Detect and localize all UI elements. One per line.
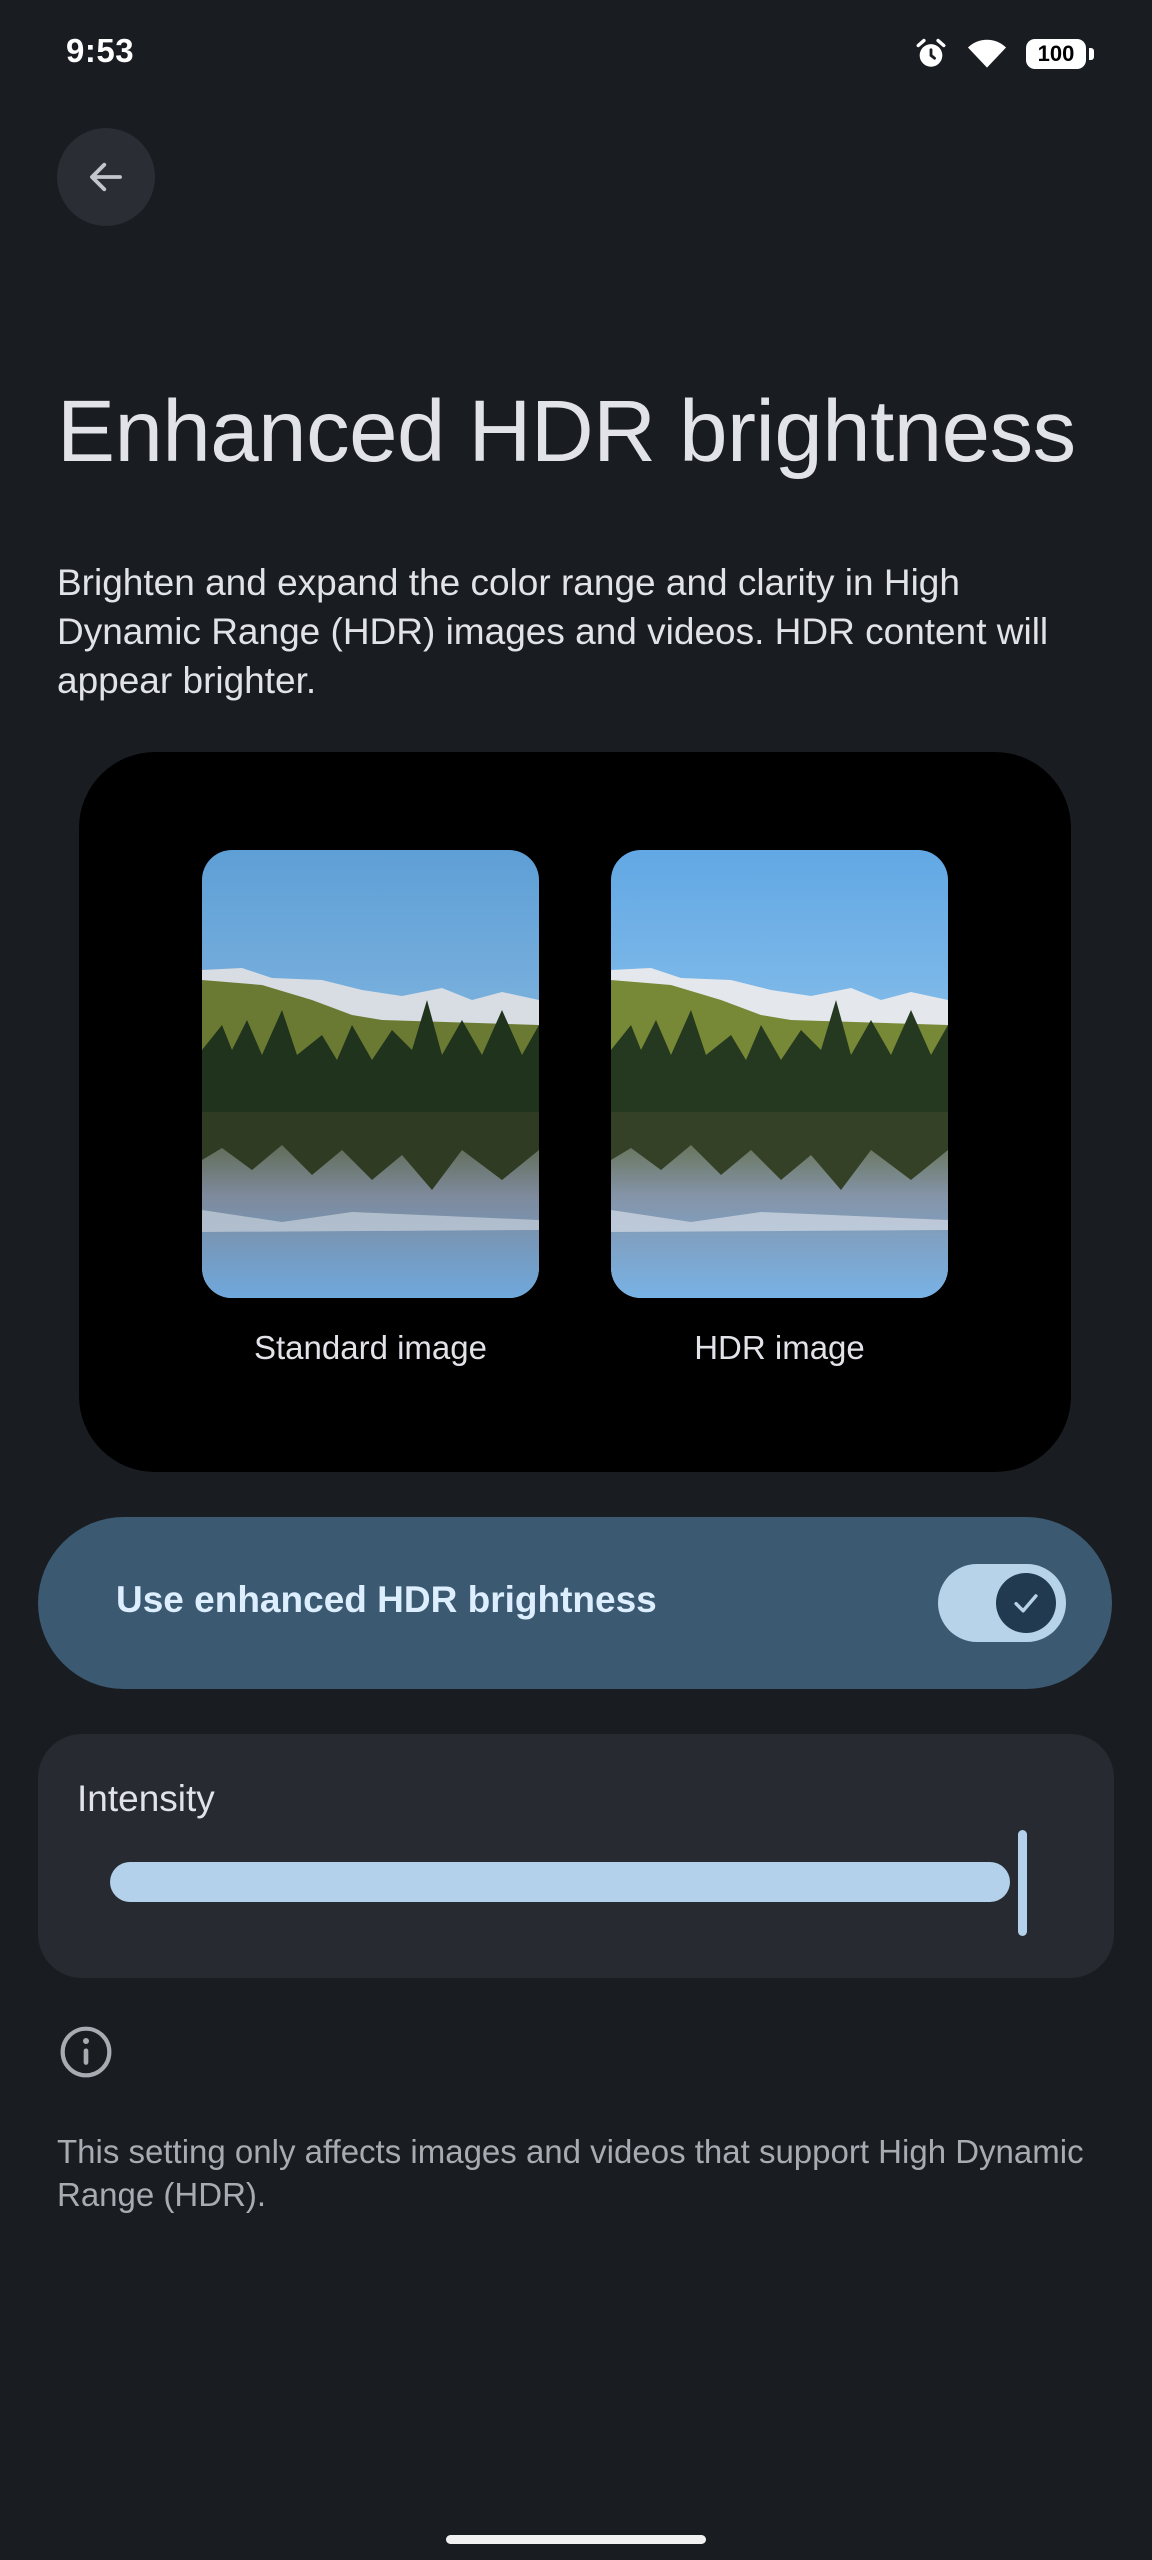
intensity-label: Intensity (77, 1778, 215, 1819)
status-time: 9:53 (66, 32, 135, 69)
home-indicator[interactable] (446, 2535, 706, 2544)
alarm-icon (916, 38, 946, 67)
hdr-preview-card: Standard image HDR image (79, 752, 1071, 1472)
toggle-label: Use enhanced HDR brightness (116, 1579, 657, 1620)
standard-image-label: Standard image (254, 1329, 487, 1366)
hdr-image-label: HDR image (694, 1329, 865, 1366)
info-note: This setting only affects images and vid… (57, 2133, 1084, 2213)
arrow-left-icon (90, 162, 122, 192)
intensity-slider-track[interactable] (110, 1862, 1010, 1902)
battery-icon: 100 (1026, 39, 1094, 69)
enhanced-hdr-toggle-row[interactable]: Use enhanced HDR brightness (38, 1517, 1112, 1689)
wifi-icon (967, 39, 1007, 68)
status-icons: 100 (914, 34, 1094, 74)
switch-thumb (996, 1573, 1056, 1633)
standard-image (202, 850, 539, 1298)
check-icon (1014, 1594, 1038, 1613)
info-icon (60, 2026, 112, 2078)
page-description: Brighten and expand the color range and … (57, 562, 1049, 701)
enhanced-hdr-switch[interactable] (938, 1564, 1066, 1642)
intensity-card: Intensity (38, 1734, 1114, 1978)
hdr-image (611, 850, 948, 1298)
back-button[interactable] (57, 128, 155, 226)
intensity-slider-handle[interactable] (1018, 1830, 1027, 1936)
page-title: Enhanced HDR brightness (57, 383, 1076, 480)
